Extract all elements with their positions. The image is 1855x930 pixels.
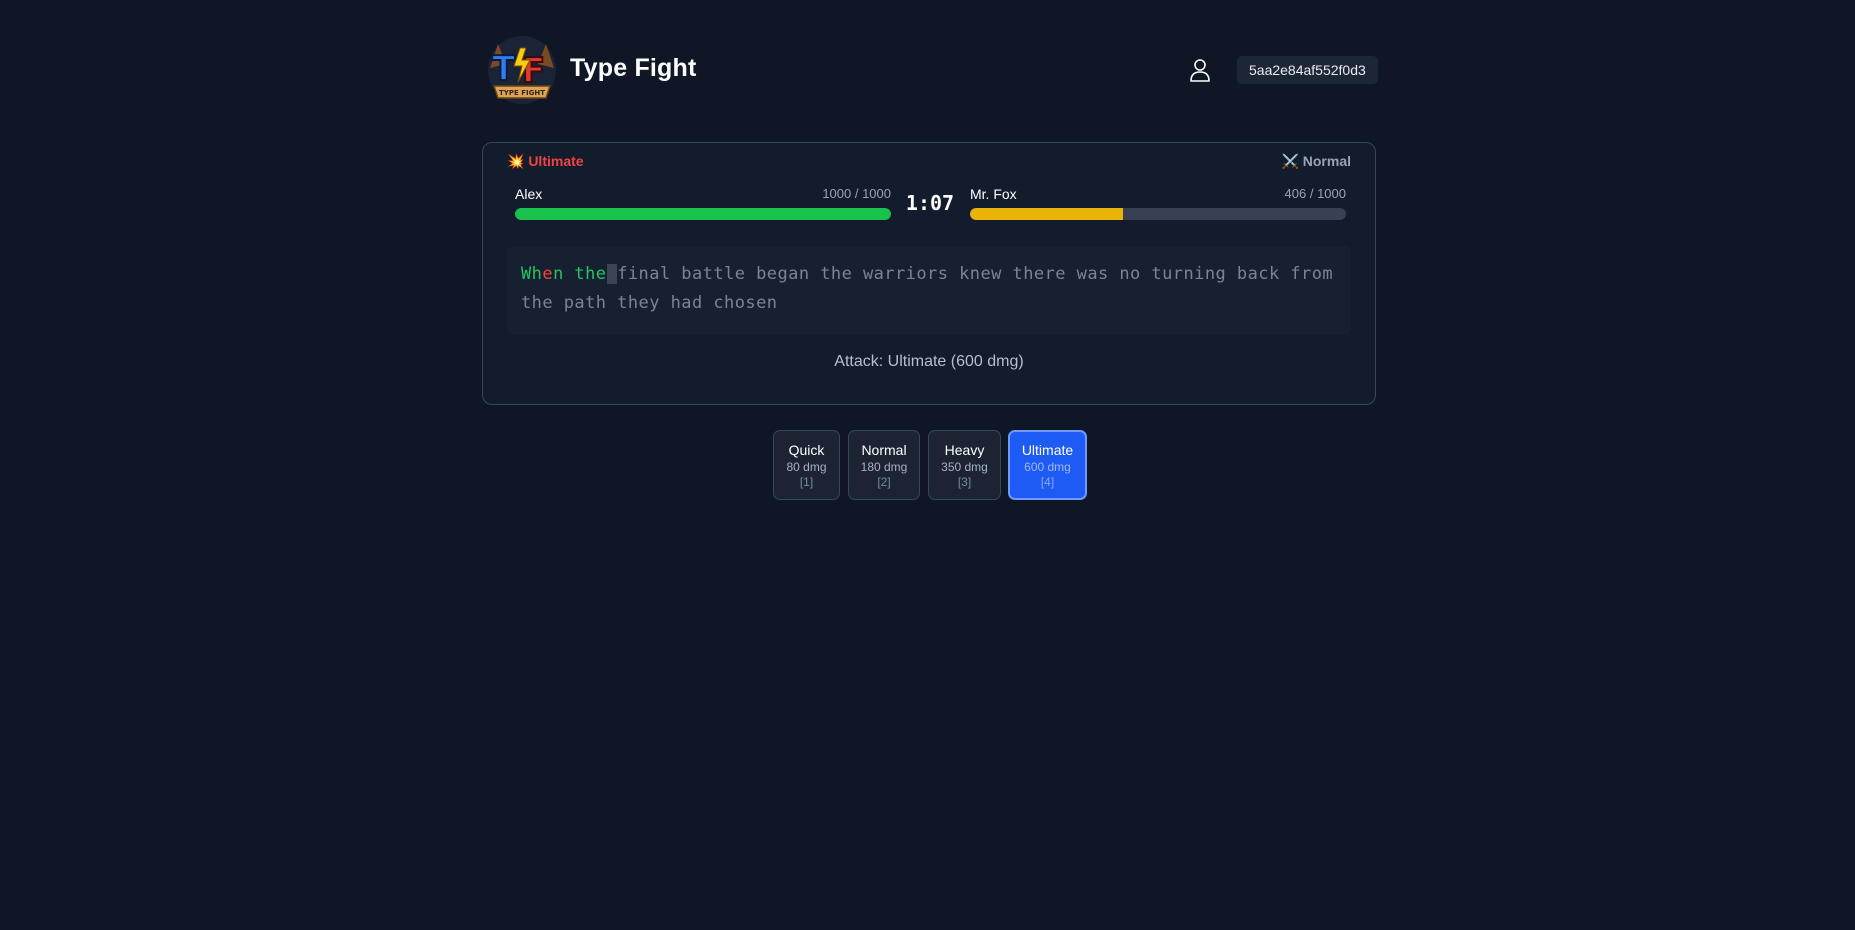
typing-prompt[interactable]: When the final battle began the warriors… (507, 246, 1351, 334)
battle-panel: 💥 Ultimate ⚔️ Normal Alex 1000 / 1000 1:… (482, 142, 1376, 405)
app-title: Type Fight (570, 54, 697, 82)
attack-label: Heavy (944, 442, 985, 458)
page: T F TYPE FIGHT Type Fight 5aa2e84af552f0… (0, 0, 1855, 930)
type-fight-logo: T F TYPE FIGHT (488, 36, 556, 104)
user-profile-icon[interactable] (1187, 57, 1213, 83)
attack-normal-button[interactable]: Normal 180 dmg [2] (848, 430, 920, 500)
player-hp-fill (515, 208, 891, 220)
attack-label: Ultimate (1021, 442, 1074, 458)
opponent-hp-fill (970, 208, 1123, 220)
header: T F TYPE FIGHT Type Fight 5aa2e84af552f0… (482, 30, 1378, 110)
attack-info: Attack: Ultimate (600 dmg) (834, 353, 1024, 370)
attack-hotkey: [2] (877, 475, 891, 489)
session-id-badge: 5aa2e84af552f0d3 (1237, 56, 1378, 84)
player-hp-text: 1000 / 1000 (822, 186, 891, 201)
attack-ultimate-button[interactable]: Ultimate 600 dmg [4] (1008, 430, 1087, 500)
opponent-hp-bar (970, 208, 1346, 220)
attack-damage: 180 dmg (860, 460, 908, 474)
typing-cursor (606, 264, 618, 284)
attack-damage: 600 dmg (1024, 460, 1071, 474)
round-timer: 1:07 (905, 191, 955, 215)
typed-error-char: e (542, 264, 554, 284)
attack-selector: Quick 80 dmg [1] Normal 180 dmg [2] Heav… (0, 430, 1855, 502)
player-hp-bar (515, 208, 891, 220)
attack-heavy-button[interactable]: Heavy 350 dmg [3] (928, 430, 1001, 500)
attack-quick-button[interactable]: Quick 80 dmg [1] (773, 430, 840, 500)
logo-letter-f: F (522, 51, 545, 91)
typed-correct-text: n the (553, 264, 607, 284)
opponent-hp-text: 406 / 1000 (1284, 186, 1346, 201)
opponent-name: Mr. Fox (970, 186, 1017, 202)
attack-damage: 350 dmg (941, 460, 988, 474)
current-attack-mode: 💥 Ultimate (507, 153, 584, 169)
player-status: Alex 1000 / 1000 (515, 186, 891, 226)
attack-label: Normal (861, 442, 907, 458)
logo-letter-t: T (492, 49, 516, 89)
player-name: Alex (515, 186, 543, 202)
attack-label: Quick (788, 442, 825, 458)
typed-correct-text: Wh (521, 264, 543, 284)
opponent-attack-mode: ⚔️ Normal (1281, 153, 1351, 169)
remaining-text: final battle began the warriors knew the… (521, 264, 1334, 313)
opponent-status: Mr. Fox 406 / 1000 (970, 186, 1346, 226)
logo-banner-text: TYPE FIGHT (499, 89, 545, 97)
attack-hotkey: [4] (1040, 475, 1055, 489)
attack-hotkey: [1] (799, 475, 814, 489)
attack-hotkey: [3] (957, 475, 972, 489)
attack-damage: 80 dmg (786, 460, 827, 474)
